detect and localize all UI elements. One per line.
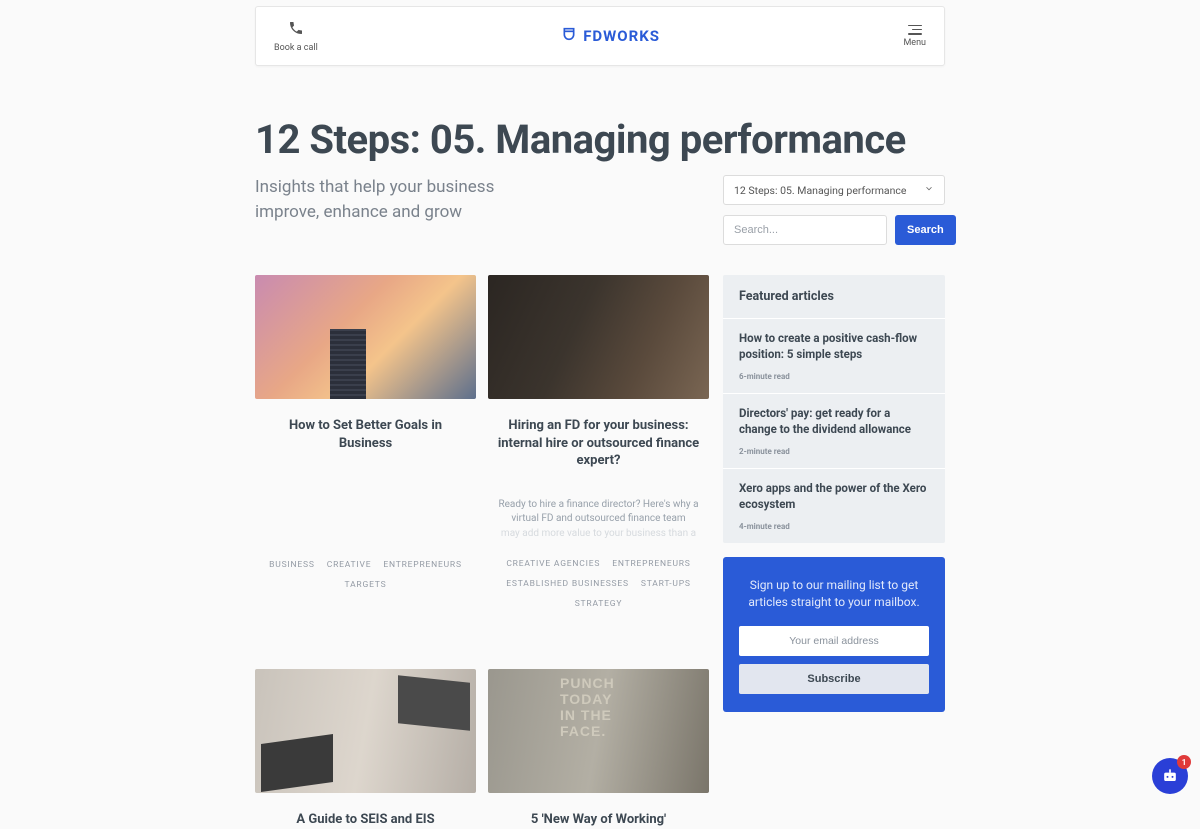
tag-link[interactable]: START-UPS xyxy=(641,579,691,589)
robot-icon xyxy=(1160,766,1180,786)
featured-item-title: How to create a positive cash-flow posit… xyxy=(739,331,929,362)
tag-link[interactable]: BUSINESS xyxy=(269,560,315,570)
post-tags: CREATIVE AGENCIES ENTREPRENEURS ESTABLIS… xyxy=(488,559,709,609)
featured-item[interactable]: Xero apps and the power of the Xero ecos… xyxy=(723,468,945,543)
post-thumbnail[interactable] xyxy=(488,275,709,399)
menu-button[interactable]: Menu xyxy=(903,25,926,48)
logo-text: FDWORKS xyxy=(583,27,660,45)
featured-item[interactable]: Directors' pay: get ready for a change t… xyxy=(723,393,945,468)
featured-item-title: Directors' pay: get ready for a change t… xyxy=(739,406,929,437)
hamburger-icon xyxy=(908,25,922,35)
tag-link[interactable]: TARGETS xyxy=(345,580,387,590)
post-thumbnail[interactable] xyxy=(488,669,709,793)
post-card: How to Set Better Goals in Business BUSI… xyxy=(255,275,476,609)
newsletter-signup: Sign up to our mailing list to get artic… xyxy=(723,557,945,712)
book-a-call-label: Book a call xyxy=(274,43,318,53)
tag-link[interactable]: CREATIVE xyxy=(327,560,372,570)
tagline-line-1: Insights that help your business xyxy=(255,175,494,200)
featured-item[interactable]: How to create a positive cash-flow posit… xyxy=(723,318,945,393)
content-area: How to Set Better Goals in Business BUSI… xyxy=(255,275,945,829)
top-bar: Book a call FDWORKS Menu xyxy=(255,6,945,66)
chevron-down-icon xyxy=(924,184,934,197)
featured-heading: Featured articles xyxy=(723,275,945,318)
email-field[interactable] xyxy=(739,626,929,656)
book-a-call-button[interactable]: Book a call xyxy=(274,20,318,53)
dropdown-selected: 12 Steps: 05. Managing performance xyxy=(734,184,907,197)
post-title[interactable]: A Guide to SEIS and EIS xyxy=(255,811,476,829)
post-thumbnail[interactable] xyxy=(255,669,476,793)
post-title[interactable]: 5 'New Way of Working' xyxy=(488,811,709,829)
page-title: 12 Steps: 05. Managing performance xyxy=(255,116,945,163)
logo[interactable]: FDWORKS xyxy=(561,26,660,46)
post-thumbnail[interactable] xyxy=(255,275,476,399)
tag-link[interactable]: ENTREPRENEURS xyxy=(383,560,461,570)
filter-panel: 12 Steps: 05. Managing performance Searc… xyxy=(723,175,945,245)
post-grid: How to Set Better Goals in Business BUSI… xyxy=(255,275,710,829)
featured-articles-box: Featured articles How to create a positi… xyxy=(723,275,945,543)
shield-icon xyxy=(561,26,577,46)
sidebar: Featured articles How to create a positi… xyxy=(723,275,945,712)
category-dropdown[interactable]: 12 Steps: 05. Managing performance xyxy=(723,175,945,205)
featured-item-meta: 6-minute read xyxy=(739,372,929,381)
tag-link[interactable]: ESTABLISHED BUSINESSES xyxy=(506,579,629,589)
post-title[interactable]: How to Set Better Goals in Business xyxy=(255,417,476,452)
tag-link[interactable]: CREATIVE AGENCIES xyxy=(506,559,600,569)
featured-item-meta: 4-minute read xyxy=(739,522,929,531)
post-title[interactable]: Hiring an FD for your business: internal… xyxy=(488,417,709,470)
signup-text: Sign up to our mailing list to get artic… xyxy=(739,577,929,612)
sub-header-row: Insights that help your business improve… xyxy=(255,175,945,245)
chat-widget[interactable]: 1 xyxy=(1152,758,1188,794)
tagline: Insights that help your business improve… xyxy=(255,175,494,224)
post-excerpt: Ready to hire a finance director? Here's… xyxy=(488,498,709,542)
post-card: Hiring an FD for your business: internal… xyxy=(488,275,709,609)
post-card: A Guide to SEIS and EIS xyxy=(255,669,476,829)
featured-item-meta: 2-minute read xyxy=(739,447,929,456)
tag-link[interactable]: STRATEGY xyxy=(575,599,623,609)
search-row: Search xyxy=(723,215,945,245)
search-input[interactable] xyxy=(723,215,887,245)
tagline-line-2: improve, enhance and grow xyxy=(255,200,494,225)
search-button[interactable]: Search xyxy=(895,215,956,245)
post-tags: BUSINESS CREATIVE ENTREPRENEURS TARGETS xyxy=(255,560,476,590)
tag-link[interactable]: ENTREPRENEURS xyxy=(612,559,690,569)
phone-icon xyxy=(288,20,304,40)
subscribe-button[interactable]: Subscribe xyxy=(739,664,929,694)
chat-badge: 1 xyxy=(1177,755,1191,769)
page-header: 12 Steps: 05. Managing performance xyxy=(255,116,945,163)
post-card: 5 'New Way of Working' xyxy=(488,669,709,829)
menu-label: Menu xyxy=(903,38,926,48)
featured-item-title: Xero apps and the power of the Xero ecos… xyxy=(739,481,929,512)
